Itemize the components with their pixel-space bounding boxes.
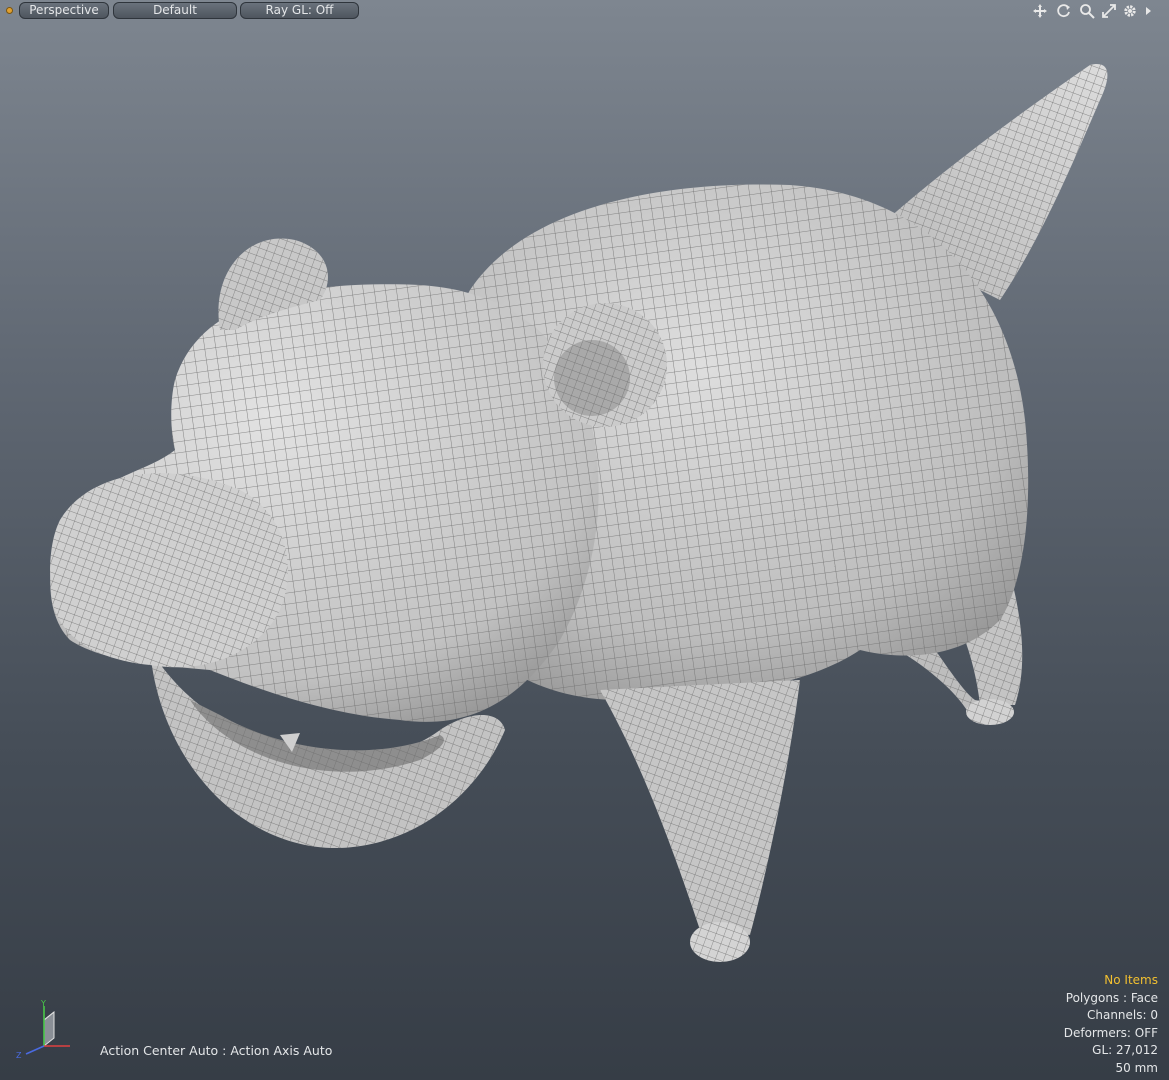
expand-arrow-icon[interactable] [1143,3,1153,19]
maximize-icon[interactable] [1101,3,1117,19]
viewport-info-hud: No Items Polygons : Face Channels: 0 Def… [1064,972,1158,1078]
gl-polycount: GL: 27,012 [1092,1043,1158,1058]
raygl-dropdown[interactable]: Ray GL: Off [240,2,359,19]
model-front-leg [600,680,800,962]
viewport-options-dot-icon[interactable] [6,7,13,14]
viewport-header: Perspective Default Ray GL: Off [0,0,1169,22]
svg-text:Z: Z [16,1051,22,1060]
deformers-status: Deformers: OFF [1063,1025,1158,1040]
axis-orientation-gizmo: Y Z [16,999,70,1060]
rotate-icon[interactable] [1056,3,1072,19]
polygons-status: Polygons : Face [1065,990,1158,1005]
shading-style-dropdown[interactable]: Default [113,2,237,19]
channels-status: Channels: 0 [1086,1008,1158,1023]
action-center-status: Action Center Auto : Action Axis Auto [100,1043,333,1058]
selection-status: No Items [1104,973,1158,987]
focal-length: 50 mm [1115,1060,1158,1075]
zoom-icon[interactable] [1079,3,1095,19]
svg-text:Y: Y [40,999,46,1008]
projection-dropdown[interactable]: Perspective [19,2,109,19]
model-ear-right [543,303,667,427]
settings-icon[interactable] [1122,3,1138,19]
model-head [50,284,599,722]
3d-viewport[interactable]: Perspective Default Ray GL: Off Y Z Acti… [0,0,1169,1080]
3d-model[interactable] [0,0,1169,1080]
pan-icon[interactable] [1032,3,1048,19]
